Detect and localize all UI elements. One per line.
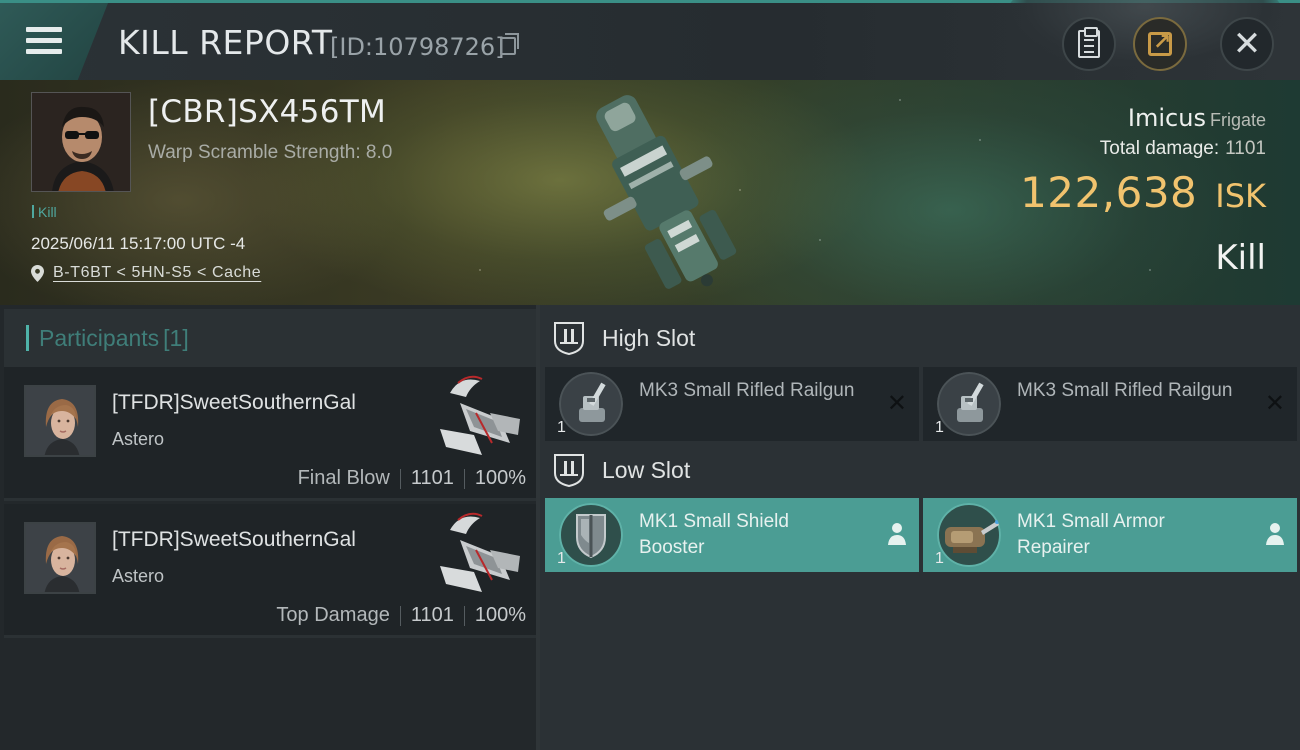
victim-ship-line: Imicus Frigate: [1128, 104, 1266, 132]
module-quantity: 1: [935, 550, 944, 567]
module-name: MK1 Small Shield Booster: [639, 511, 789, 558]
warp-scramble-strength: Warp Scramble Strength: 8.0: [148, 142, 393, 163]
total-damage-label: Total damage:: [1099, 138, 1220, 159]
isk-value-line: 122,638 ISK: [1020, 168, 1266, 217]
module-quantity: 1: [557, 550, 566, 567]
clipboard-button[interactable]: [1062, 17, 1116, 71]
participant-ship-image[interactable]: [430, 373, 528, 463]
participant-ship: Astero: [112, 429, 165, 449]
total-damage: Total damage: 1101: [1100, 138, 1266, 160]
participants-panel: Participants [1] [TFDR]SweetSouthernGal …: [0, 305, 540, 750]
top-bar: KILL REPORT [ID:10798726] ✕: [0, 0, 1300, 80]
module-item[interactable]: 1 MK3 Small Rifled Railgun ✕: [923, 367, 1297, 441]
participant-percent: 100%: [474, 467, 526, 489]
destroyed-x-icon: ✕: [886, 389, 907, 417]
slot-shield-icon: [554, 322, 584, 355]
participant-percent: 100%: [474, 604, 526, 626]
divider: [463, 605, 465, 626]
victim-name[interactable]: [CBR]SX456TM: [148, 94, 386, 130]
kill-datetime: 2025/06/11 15:17:00 UTC -4: [31, 234, 246, 253]
participant-stats: Final Blow 1101 100%: [298, 467, 526, 490]
page-title: KILL REPORT: [118, 23, 333, 62]
location-pin-icon: [31, 264, 44, 282]
participants-header: Participants [1]: [4, 309, 536, 367]
close-icon: ✕: [1232, 24, 1262, 64]
module-item[interactable]: 1 MK1 Small Armor Repairer: [923, 498, 1297, 572]
header-accent-bar: [26, 325, 29, 351]
participant-name[interactable]: [TFDR]SweetSouthernGal: [112, 391, 356, 415]
participant-avatar[interactable]: [24, 522, 96, 594]
low-slot-header: Low Slot: [552, 453, 690, 487]
participant-damage: 1101: [410, 604, 454, 626]
report-id: [ID:10798726]: [330, 33, 505, 61]
participant-avatar[interactable]: [24, 385, 96, 457]
high-slot-header: High Slot: [552, 321, 695, 355]
participant-damage: 1101: [410, 467, 454, 489]
participant-name[interactable]: [TFDR]SweetSouthernGal: [112, 528, 356, 552]
person-icon: [888, 523, 906, 545]
kill-result: Kill: [1215, 238, 1266, 278]
divider: [463, 468, 465, 489]
shield-booster-icon: [559, 503, 623, 567]
isk-value: 122,638: [1020, 168, 1198, 217]
participant-row[interactable]: [TFDR]SweetSouthernGal Astero Final Blow…: [4, 367, 536, 501]
share-icon: [1148, 29, 1172, 56]
divider: [399, 468, 401, 489]
slot-shield-icon: [554, 454, 584, 487]
copy-icon[interactable]: [500, 33, 519, 55]
isk-unit: ISK: [1215, 177, 1266, 215]
victim-ship-class: Frigate: [1209, 110, 1266, 130]
participant-role: Top Damage: [276, 604, 390, 626]
divider: [399, 605, 401, 626]
victim-ship-image[interactable]: [560, 82, 760, 302]
total-damage-value: 1101: [1225, 138, 1266, 159]
module-item[interactable]: 1 MK3 Small Rifled Railgun ✕: [545, 367, 919, 441]
low-slot-label: Low Slot: [602, 456, 691, 483]
high-slot-label: High Slot: [602, 324, 696, 351]
fitting-panel: High Slot 1 MK3 Small Rifled Railgun ✕ 1…: [540, 305, 1300, 750]
victim-avatar[interactable]: [31, 92, 131, 192]
module-name: MK3 Small Rifled Railgun: [639, 380, 855, 401]
module-name: MK1 Small Armor Repairer: [1017, 511, 1165, 558]
location-link[interactable]: B-T6BT < 5HN-S5 < Cache: [31, 264, 261, 282]
person-icon: [1266, 523, 1284, 545]
railgun-icon: [559, 372, 623, 436]
participants-label: Participants: [39, 324, 160, 351]
kill-tag: Kill: [32, 204, 57, 220]
module-name: MK3 Small Rifled Railgun: [1017, 380, 1233, 401]
participants-empty-area: [4, 641, 536, 750]
armor-repairer-icon: [937, 503, 1001, 567]
participant-row[interactable]: [TFDR]SweetSouthernGal Astero Top Damage…: [4, 504, 536, 638]
destroyed-x-icon: ✕: [1264, 389, 1285, 417]
participant-ship: Astero: [112, 566, 165, 586]
module-quantity: 1: [557, 419, 566, 436]
module-quantity: 1: [935, 419, 944, 436]
close-button[interactable]: ✕: [1220, 17, 1274, 71]
location-text: B-T6BT < 5HN-S5 < Cache: [53, 264, 262, 281]
participant-ship-image[interactable]: [430, 510, 528, 600]
victim-header: [CBR]SX456TM Warp Scramble Strength: 8.0…: [0, 80, 1300, 305]
module-item[interactable]: 1 MK1 Small Shield Booster: [545, 498, 919, 572]
share-button[interactable]: [1133, 17, 1187, 71]
participant-role: Final Blow: [297, 467, 390, 489]
victim-ship-name[interactable]: Imicus: [1128, 104, 1206, 132]
participant-stats: Top Damage 1101 100%: [276, 604, 526, 627]
participants-count: [1]: [163, 324, 189, 351]
railgun-icon: [937, 372, 1001, 436]
clipboard-icon: [1078, 27, 1100, 58]
hamburger-menu-icon[interactable]: [26, 27, 62, 55]
